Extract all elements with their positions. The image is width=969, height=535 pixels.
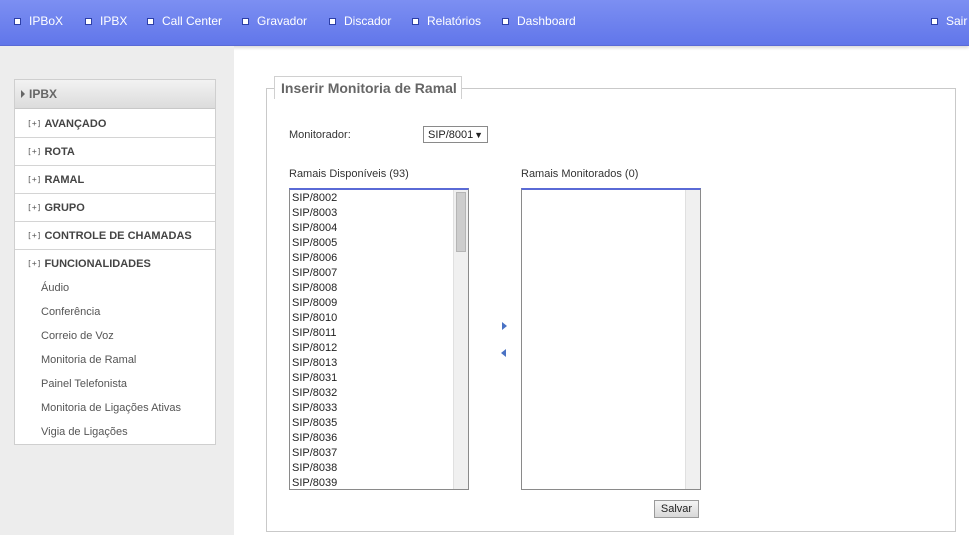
- nav-item-label: Relatórios: [427, 14, 482, 28]
- sidebar-item-ramal[interactable]: [+] RAMAL: [15, 166, 215, 194]
- monitor-select[interactable]: SIP/8001 ▼: [423, 126, 488, 143]
- sidebar-item-label: GRUPO: [44, 201, 85, 214]
- dropdown-arrow-icon: ▼: [474, 129, 483, 140]
- expand-icon: [+]: [27, 259, 42, 268]
- list-option[interactable]: SIP/8031: [292, 371, 337, 386]
- move-left-button[interactable]: [497, 347, 509, 359]
- submenu-item-conferencia[interactable]: Conferência: [41, 304, 100, 320]
- sidebar-header-label: IPBX: [29, 87, 58, 101]
- sidebar-item-grupo[interactable]: [+] GRUPO: [15, 194, 215, 222]
- form-title: Inserir Monitoria de Ramal: [274, 76, 462, 99]
- expand-icon: [+]: [27, 203, 42, 212]
- list-option[interactable]: SIP/8039: [292, 476, 337, 489]
- sidebar-item-controle-de-chamadas[interactable]: [+] CONTROLE DE CHAMADAS: [15, 222, 215, 250]
- nav-item-ipbox[interactable]: IPBoX: [14, 13, 63, 29]
- bullet-icon: [242, 17, 249, 25]
- scrollbar-thumb[interactable]: [456, 192, 466, 252]
- sidebar-menu: IPBX [+] AVANÇADO [+] ROTA [+] RAMAL [+] GRU…: [14, 79, 216, 445]
- nav-item-sair[interactable]: Sair: [931, 13, 967, 29]
- top-navigation-bar: IPBoX IPBX Call Center Gravador Discador…: [0, 0, 969, 46]
- move-right-button[interactable]: [498, 320, 510, 332]
- list-option[interactable]: SIP/8006: [292, 251, 337, 266]
- nav-item-dashboard[interactable]: Dashboard: [502, 13, 576, 29]
- submenu-item-monitoria-de-ligacoes-ativas[interactable]: Monitoria de Ligações Ativas: [41, 400, 181, 416]
- bullet-icon: [85, 17, 92, 25]
- arrow-left-icon: [500, 349, 506, 357]
- logout-label: Sair: [946, 14, 968, 28]
- bullet-icon: [931, 17, 938, 25]
- bullet-icon: [14, 17, 21, 25]
- bullet-icon: [502, 17, 509, 25]
- submenu-item-correio-de-voz[interactable]: Correio de Voz: [41, 328, 114, 344]
- nav-item-label: Dashboard: [517, 14, 576, 28]
- submenu-item-vigia-de-ligacoes[interactable]: Vigia de Ligações: [41, 424, 128, 440]
- list-option[interactable]: SIP/8010: [292, 311, 337, 326]
- list-option[interactable]: SIP/8005: [292, 236, 337, 251]
- nav-item-label: Call Center: [162, 14, 223, 28]
- nav-item-label: IPBoX: [29, 14, 64, 28]
- nav-item-ipbx[interactable]: IPBX: [85, 13, 127, 29]
- sidebar-item-label: CONTROLE DE CHAMADAS: [44, 229, 192, 242]
- available-list-scrollbar[interactable]: [453, 190, 468, 489]
- bullet-icon: [147, 17, 154, 25]
- available-extensions-label: Ramais Disponíveis (93): [289, 168, 409, 180]
- list-option[interactable]: SIP/8032: [292, 386, 337, 401]
- sidebar-item-rota[interactable]: [+] ROTA: [15, 138, 215, 166]
- expand-icon: [+]: [27, 119, 42, 128]
- list-option[interactable]: SIP/8038: [292, 461, 337, 476]
- arrow-right-icon: [501, 322, 507, 330]
- nav-item-call-center[interactable]: Call Center: [147, 13, 222, 29]
- bullet-icon: [412, 17, 419, 25]
- caret-right-icon: [21, 90, 25, 98]
- nav-item-label: Gravador: [257, 14, 308, 28]
- sidebar-item-label: FUNCIONALIDADES: [44, 257, 151, 270]
- sidebar-item-avancado[interactable]: [+] AVANÇADO: [15, 110, 215, 138]
- list-option[interactable]: SIP/8013: [292, 356, 337, 371]
- list-option[interactable]: SIP/8011: [292, 326, 337, 341]
- list-option[interactable]: SIP/8007: [292, 266, 337, 281]
- monitored-extensions-label: Ramais Monitorados (0): [521, 168, 639, 180]
- nav-item-gravador[interactable]: Gravador: [242, 13, 307, 29]
- sidebar-header[interactable]: IPBX: [15, 80, 215, 109]
- expand-icon: [+]: [27, 231, 42, 240]
- nav-item-label: IPBX: [100, 14, 128, 28]
- list-option[interactable]: SIP/8033: [292, 401, 337, 416]
- bullet-icon: [329, 17, 336, 25]
- expand-icon: [+]: [27, 147, 42, 156]
- available-extensions-list[interactable]: SIP/8002 SIP/8003 SIP/8004 SIP/8005 SIP/8006…: [289, 188, 469, 490]
- list-option[interactable]: SIP/8036: [292, 431, 337, 446]
- monitor-label: Monitorador:: [289, 129, 351, 141]
- sidebar-item-label: RAMAL: [44, 173, 85, 186]
- list-option[interactable]: SIP/8035: [292, 416, 337, 431]
- save-button[interactable]: Salvar: [654, 500, 699, 518]
- submenu-item-audio[interactable]: Áudio: [41, 280, 69, 296]
- list-option[interactable]: SIP/8012: [292, 341, 337, 356]
- list-option[interactable]: SIP/8008: [292, 281, 337, 296]
- monitored-extensions-list[interactable]: [521, 188, 701, 490]
- nav-item-relatorios[interactable]: Relatórios: [412, 13, 481, 29]
- submenu-item-monitoria-de-ramal[interactable]: Monitoria de Ramal: [41, 352, 136, 368]
- list-option[interactable]: SIP/8002: [292, 191, 337, 206]
- list-option[interactable]: SIP/8003: [292, 206, 337, 221]
- list-option[interactable]: SIP/8037: [292, 446, 337, 461]
- sidebar-item-label: AVANÇADO: [44, 117, 107, 130]
- list-option[interactable]: SIP/8004: [292, 221, 337, 236]
- available-list-items: SIP/8002 SIP/8003 SIP/8004 SIP/8005 SIP/8006…: [292, 191, 337, 489]
- nav-item-label: Discador: [344, 14, 392, 28]
- monitored-list-scrollbar[interactable]: [685, 190, 700, 489]
- sidebar-item-funcionalidades[interactable]: [+] FUNCIONALIDADES: [15, 250, 215, 277]
- list-option[interactable]: SIP/8009: [292, 296, 337, 311]
- expand-icon: [+]: [27, 175, 42, 184]
- monitor-select-value: SIP/8001: [428, 128, 474, 141]
- sidebar-item-label: ROTA: [44, 145, 75, 158]
- nav-item-discador[interactable]: Discador: [329, 13, 391, 29]
- submenu-item-painel-telefonista[interactable]: Painel Telefonista: [41, 376, 127, 392]
